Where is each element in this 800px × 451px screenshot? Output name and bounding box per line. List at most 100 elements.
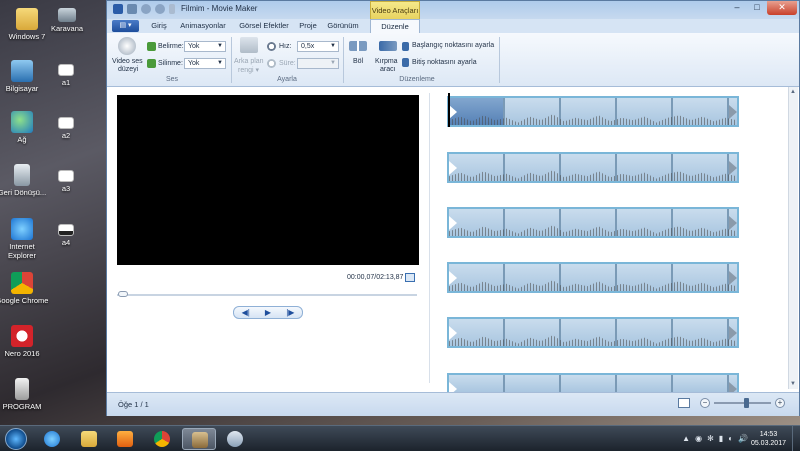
fade-in-icon [147,42,156,51]
image-icon [58,8,76,22]
timeline-strip[interactable] [447,317,739,348]
fade-out-select[interactable]: Yok ▼ [184,58,226,69]
maximize-button[interactable]: □ [747,1,767,15]
network-icon[interactable]: ◐ [728,434,733,443]
taskbar-app-movie-maker[interactable] [182,428,216,450]
title-bar[interactable]: Filmim - Movie Maker Video Araçları – □ … [107,1,799,19]
fade-in-select[interactable]: Yok ▼ [184,41,226,52]
next-frame-button[interactable]: |▶ [286,306,294,319]
zoom-out-button[interactable]: − [700,398,710,408]
speed-icon [267,42,276,51]
paint-bucket-icon [240,37,258,53]
desktop-icon-a1[interactable]: a1 [39,64,93,87]
group-label-ayarla: Ayarla [277,76,297,83]
duration-select[interactable]: ▼ [297,58,339,69]
movie-maker-icon [192,432,208,448]
fade-out-label: Silinme: [158,60,183,67]
trim-icon[interactable] [379,41,397,51]
desktop-icon-karavana[interactable]: Karavana [40,8,94,33]
status-bar: Öğe 1 / 1 − + [107,392,799,416]
taskbar-app[interactable] [35,428,69,450]
play-button[interactable]: ▶ [265,306,271,319]
redo-icon[interactable] [155,4,165,14]
fullscreen-icon[interactable] [405,273,415,282]
zoom-to-fit-icon[interactable] [678,398,690,408]
chrome-icon [11,272,33,294]
speed-select[interactable]: 0,5x ▼ [297,41,339,52]
tab-duzenle[interactable]: Düzenle [370,19,420,33]
desktop-icon-a3[interactable]: a3 [39,170,93,193]
desktop-icon-a2[interactable]: a2 [39,117,93,140]
ribbon: Video ses düzeyi Belirme: Yok ▼ Silinme: … [107,33,799,87]
set-start-point-button[interactable]: Başlangıç noktasını ayarla [412,42,494,49]
undo-icon[interactable] [141,4,151,14]
file-icon [58,224,74,236]
app-menu-icon[interactable] [113,4,123,14]
close-button[interactable]: ✕ [767,1,797,15]
bg-color-label-2[interactable]: rengi ▾ [238,66,259,74]
volume-icon[interactable]: 🔊 [738,434,748,443]
playhead[interactable] [448,93,450,127]
zoom-in-button[interactable]: + [775,398,785,408]
taskbar-app[interactable] [218,428,252,450]
minimize-button[interactable]: – [727,1,747,15]
timeline-scrollbar[interactable]: ▲ ▼ [788,87,798,389]
trim-tool-label-2[interactable]: aracı [380,66,396,73]
bluetooth-icon[interactable]: ✻ [707,434,714,443]
save-icon[interactable] [127,4,137,14]
video-volume-label-1[interactable]: Video ses [112,58,143,65]
taskbar-app[interactable] [72,428,106,450]
ribbon-tabs: ▤ ▾ Giriş Animasyonlar Görsel Efektler P… [107,19,799,33]
seek-thumb[interactable] [118,291,128,297]
desktop-icon-program[interactable]: PROGRAM [0,378,49,411]
tray-overflow-icon[interactable]: ▲ [682,434,690,443]
pane-divider[interactable] [429,93,430,383]
show-desktop-button[interactable] [792,426,800,451]
desktop-icon-a4[interactable]: a4 [39,224,93,247]
battery-icon[interactable]: ▮ [719,434,723,443]
video-volume-label-2[interactable]: düzeyi [118,66,138,73]
chrome-icon [154,431,170,447]
timeline-strip[interactable] [447,207,739,238]
bg-color-label-1[interactable]: Arka plan [234,58,264,65]
timeline-strip[interactable] [447,262,739,293]
qat-dropdown-icon[interactable] [169,4,175,14]
clock[interactable]: 14:53 05.03.2017 [751,430,786,448]
trim-tool-label-1[interactable]: Kırpma [375,58,398,65]
window-title: Filmim - Movie Maker [181,4,258,13]
start-button[interactable] [5,428,27,450]
tab-proje[interactable]: Proje [295,19,321,33]
timeline-strip[interactable] [447,373,739,392]
split-button[interactable]: Böl [353,58,363,65]
zoom-slider-thumb[interactable] [744,398,749,408]
timeline-strip[interactable] [447,152,739,183]
taskbar-app[interactable] [108,428,142,450]
seek-bar[interactable] [117,294,417,296]
video-preview[interactable] [117,95,419,265]
clock-date: 05.03.2017 [750,440,786,447]
zoom-slider[interactable] [714,402,771,404]
scroll-down-icon[interactable]: ▼ [790,381,797,387]
tab-gorunum[interactable]: Görünüm [325,19,361,33]
tab-giris[interactable]: Giriş [145,19,173,33]
folder-icon [16,8,38,30]
media-player-icon [117,431,133,447]
nero-icon [11,325,33,347]
tab-gorsel-efektler[interactable]: Görsel Efektler [233,19,295,33]
computer-icon [11,60,33,82]
desktop-icon-google-chrome[interactable]: Google Chrome [0,272,49,305]
speaker-icon[interactable] [118,37,136,55]
chevron-down-icon: ▼ [330,60,336,66]
file-menu-button[interactable]: ▤ ▾ [112,20,139,32]
taskbar-app[interactable] [145,428,179,450]
scroll-up-icon[interactable]: ▲ [790,89,797,95]
tray-app-icon[interactable]: ◉ [695,434,702,443]
split-icon[interactable] [349,41,367,51]
previous-frame-button[interactable]: ◀| [242,306,250,319]
set-end-point-button[interactable]: Bitiş noktasını ayarla [412,59,477,66]
clock-time: 14:53 [759,431,778,438]
tab-animasyonlar[interactable]: Animasyonlar [177,19,229,33]
timecode: 00:00,07/02:13,87 [347,274,404,281]
timeline-strip[interactable] [447,96,739,127]
desktop-icon-nero[interactable]: Nero 2016 [0,325,49,358]
